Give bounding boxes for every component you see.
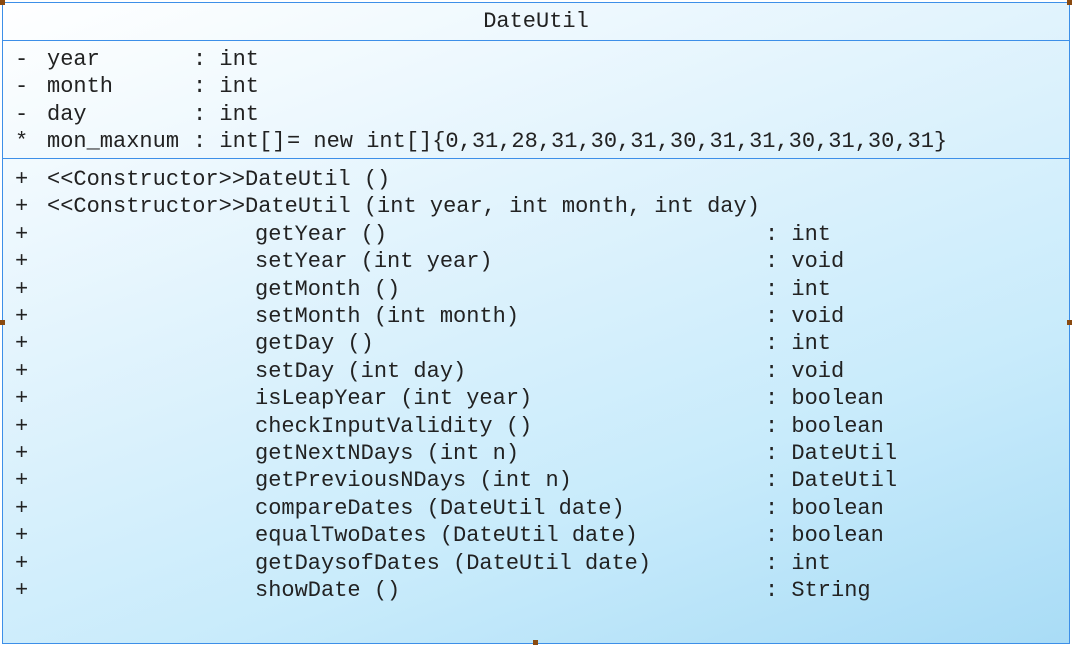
method-signature: getMonth () xyxy=(255,276,401,302)
return-type: : void xyxy=(765,304,845,329)
return-type: : String xyxy=(765,578,871,603)
method-signature: getNextNDays (int n) xyxy=(255,441,520,466)
visibility: + xyxy=(15,331,29,357)
visibility: + xyxy=(15,495,29,521)
method-signature: setMonth (int month) xyxy=(255,304,520,329)
return-type: : int xyxy=(765,331,832,357)
method-row[interactable]: + getPreviousNDays (int n) : DateUtil xyxy=(3,467,1069,494)
header-divider xyxy=(3,40,1069,41)
return-type: : int xyxy=(765,550,832,576)
return-type: : DateUtil xyxy=(765,468,898,494)
constructor-signature: <<Constructor>>DateUtil (int year, int m… xyxy=(47,194,760,220)
visibility: + xyxy=(15,167,29,192)
class-name: DateUtil xyxy=(483,9,589,34)
resize-handle[interactable] xyxy=(1067,320,1072,325)
visibility: + xyxy=(15,304,29,329)
return-type: : void xyxy=(765,358,845,384)
attribute-initial-value: = new int[]{0,31,28,31,30,31,30,31,31,30… xyxy=(287,129,948,155)
visibility: + xyxy=(15,468,29,494)
constructor-row[interactable]: + <<Constructor>>DateUtil (int year, int … xyxy=(3,193,1069,220)
method-signature: setYear (int year) xyxy=(255,249,493,275)
visibility: + xyxy=(15,194,29,220)
method-row[interactable]: + isLeapYear (int year) : boolean xyxy=(3,385,1069,412)
method-row[interactable]: + getNextNDays (int n) : DateUtil xyxy=(3,440,1069,467)
method-signature: getPreviousNDays (int n) xyxy=(255,468,572,494)
method-row[interactable]: + setDay (int day) : void xyxy=(3,358,1069,385)
method-row[interactable]: + setMonth (int month) : void xyxy=(3,303,1069,330)
visibility: + xyxy=(15,523,29,549)
attribute-name: mon_maxnum xyxy=(47,129,180,155)
attribute-row[interactable]: - month : int xyxy=(3,73,1069,100)
uml-class-box[interactable]: DateUtil - year: int - month: int - day: int *… xyxy=(2,2,1070,644)
method-signature: compareDates (DateUtil date) xyxy=(255,495,625,521)
visibility: + xyxy=(15,578,29,603)
attribute-name: year xyxy=(47,47,100,72)
resize-handle[interactable] xyxy=(0,320,5,325)
method-signature: getYear () xyxy=(255,221,388,247)
visibility: + xyxy=(15,441,29,466)
visibility: + xyxy=(15,413,29,439)
constructor-row[interactable]: + <<Constructor>>DateUtil () xyxy=(3,166,1069,193)
attributes-divider xyxy=(3,158,1069,159)
return-type: : boolean xyxy=(765,413,884,439)
constructor-signature: <<Constructor>>DateUtil () xyxy=(47,167,391,192)
method-signature: setDay (int day) xyxy=(255,358,467,384)
visibility: * xyxy=(15,129,29,155)
visibility: - xyxy=(15,47,29,72)
return-type: : boolean xyxy=(765,386,884,412)
method-signature: showDate () xyxy=(255,578,401,603)
resize-handle[interactable] xyxy=(1067,0,1072,5)
method-row[interactable]: + equalTwoDates (DateUtil date) : boolean xyxy=(3,522,1069,549)
visibility: + xyxy=(15,386,29,412)
attribute-type: : int[] xyxy=(193,129,286,155)
method-signature: getDaysofDates (DateUtil date) xyxy=(255,550,652,576)
return-type: : int xyxy=(765,276,832,302)
method-row[interactable]: + checkInputValidity () : boolean xyxy=(3,413,1069,440)
return-type: : boolean xyxy=(765,495,884,521)
method-row[interactable]: + compareDates (DateUtil date) : boolean xyxy=(3,495,1069,522)
visibility: + xyxy=(15,358,29,384)
attribute-name: day xyxy=(47,101,87,127)
method-row[interactable]: + getDay () : int xyxy=(3,330,1069,357)
method-signature: getDay () xyxy=(255,331,374,357)
visibility: + xyxy=(15,550,29,576)
attribute-type: : int xyxy=(193,74,260,100)
visibility: - xyxy=(15,101,29,127)
attribute-row[interactable]: - year : int xyxy=(3,46,1069,73)
method-signature: checkInputValidity () xyxy=(255,413,533,439)
return-type: : int xyxy=(765,221,832,247)
method-row[interactable]: + getYear () : int xyxy=(3,221,1069,248)
visibility: + xyxy=(15,249,29,275)
attribute-row[interactable]: * mon_maxnum : int[] = new int[]{0,31,28,31… xyxy=(3,128,1069,155)
visibility: - xyxy=(15,74,29,100)
attribute-type: : int xyxy=(193,101,260,127)
resize-handle[interactable] xyxy=(533,640,538,645)
method-signature: isLeapYear (int year) xyxy=(255,386,533,412)
resize-handle[interactable] xyxy=(0,0,5,5)
attribute-type: : int xyxy=(193,47,260,72)
return-type: : DateUtil xyxy=(765,441,898,466)
return-type: : void xyxy=(765,249,845,275)
return-type: : boolean xyxy=(765,523,884,549)
attribute-row[interactable]: - day : int xyxy=(3,101,1069,128)
visibility: + xyxy=(15,276,29,302)
method-signature: equalTwoDates (DateUtil date) xyxy=(255,523,638,549)
visibility: + xyxy=(15,221,29,247)
method-row[interactable]: + getDaysofDates (DateUtil date) : int xyxy=(3,550,1069,577)
method-row[interactable]: + setYear (int year) : void xyxy=(3,248,1069,275)
method-row[interactable]: + getMonth () : int xyxy=(3,276,1069,303)
attribute-name: month xyxy=(47,74,114,100)
method-row[interactable]: + showDate () : String xyxy=(3,577,1069,604)
